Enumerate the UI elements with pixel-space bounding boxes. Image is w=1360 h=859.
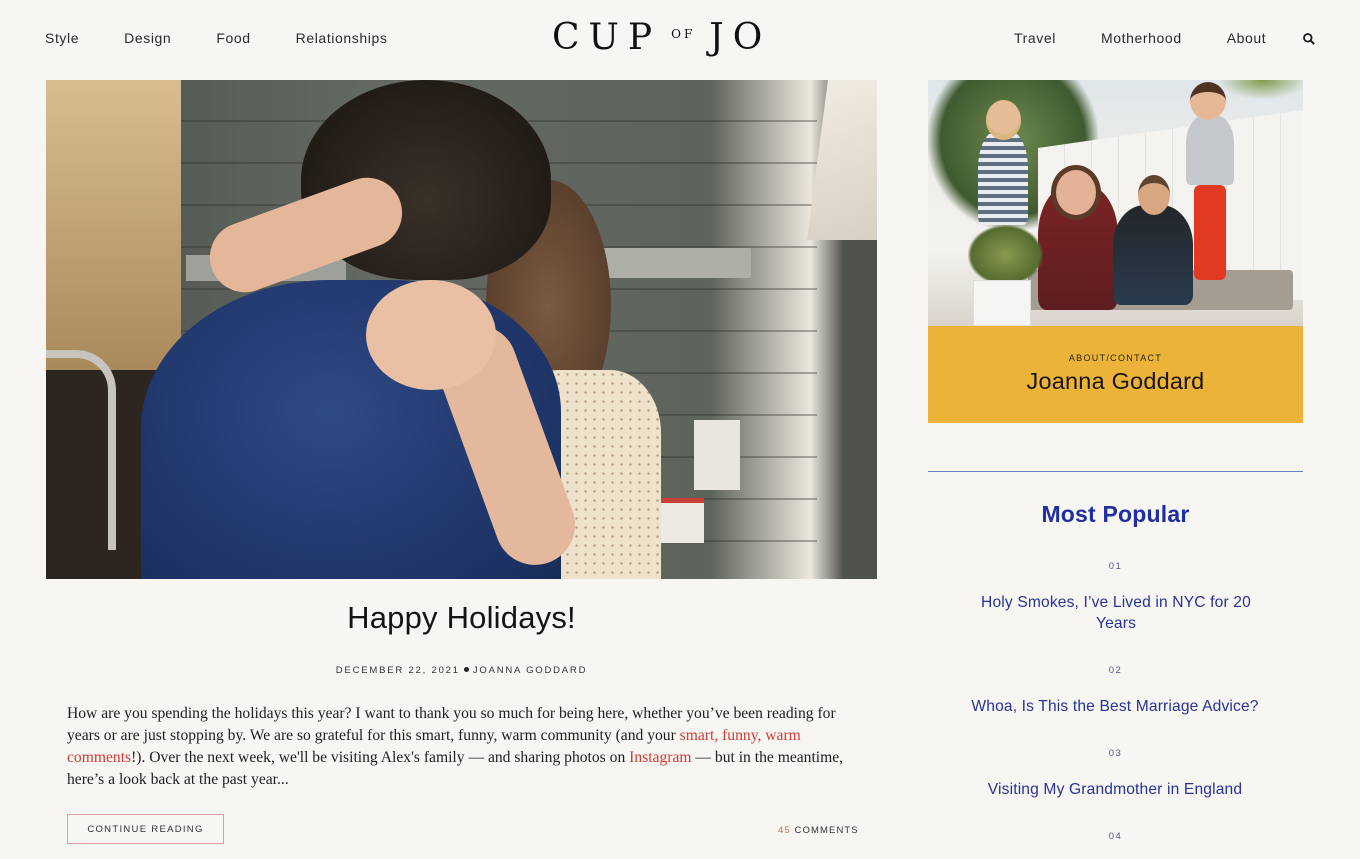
comments-count-link[interactable]: 45 COMMENTS [778, 825, 859, 836]
photo-father-head [1138, 175, 1170, 215]
popular-item-link[interactable]: Visiting My Grandmother in England [940, 779, 1290, 800]
site-header: Style Design Food Relationships CUP OF J… [0, 0, 1360, 78]
site-logo[interactable]: CUP OF JO [552, 18, 771, 58]
photo-child-2-head [1190, 82, 1226, 120]
popular-item-number: 02 [1108, 665, 1123, 676]
about-photo [928, 80, 1303, 326]
nav-link-travel[interactable]: Travel [1014, 30, 1056, 46]
photo-plant [968, 225, 1043, 285]
post-date: DECEMBER 22, 2021 [335, 665, 460, 676]
image-note [694, 420, 740, 490]
popular-item-number: 04 [1108, 831, 1123, 842]
popular-item-link[interactable]: Holy Smokes, I’ve Lived in NYC for 20 Ye… [966, 592, 1266, 634]
popular-item-number: 03 [1108, 748, 1123, 759]
logo-jo: JO [709, 17, 772, 58]
comments-label: COMMENTS [794, 825, 859, 836]
about-kicker: ABOUT/CONTACT [1068, 353, 1163, 363]
continue-reading-button[interactable]: CONTINUE READING [67, 814, 224, 844]
post-featured-image[interactable] [46, 80, 877, 579]
excerpt-text-2: !). Over the next week, we'll be visitin… [131, 749, 630, 766]
image-faucet [46, 350, 116, 550]
photo-child-1-head [986, 100, 1021, 140]
primary-nav-left: Style Design Food Relationships [45, 30, 387, 46]
photo-child-1 [978, 130, 1028, 225]
search-button[interactable] [1302, 32, 1316, 46]
logo-cup: CUP [552, 17, 662, 58]
logo-of: OF [671, 27, 696, 41]
nav-link-relationships[interactable]: Relationships [296, 30, 388, 46]
post-author[interactable]: JOANNA GODDARD [473, 665, 587, 676]
about-card[interactable]: ABOUT/CONTACT Joanna Goddard [928, 80, 1303, 423]
nav-link-food[interactable]: Food [216, 30, 250, 46]
photo-child-2 [1186, 115, 1234, 185]
comments-count: 45 [778, 825, 791, 836]
primary-nav-right: Travel Motherhood About [1014, 30, 1266, 46]
photo-tree-2 [1218, 80, 1303, 100]
nav-link-design[interactable]: Design [124, 30, 171, 46]
nav-link-style[interactable]: Style [45, 30, 79, 46]
popular-item-link[interactable]: Whoa, Is This the Best Marriage Advice? [940, 696, 1290, 717]
search-icon [1303, 33, 1315, 45]
photo-planter [973, 280, 1031, 326]
image-bg-light [46, 80, 181, 380]
photo-mother-head [1056, 170, 1096, 215]
nav-link-motherhood[interactable]: Motherhood [1101, 30, 1182, 46]
photo-father [1113, 205, 1193, 305]
nav-link-about[interactable]: About [1227, 30, 1267, 46]
sidebar-divider [928, 471, 1303, 472]
instagram-link[interactable]: Instagram [629, 749, 691, 766]
post-meta: DECEMBER 22, 2021 JOANNA GODDARD [46, 665, 877, 676]
image-hand [366, 280, 496, 390]
photo-child-2-legs [1194, 185, 1226, 280]
most-popular-heading: Most Popular [1041, 501, 1190, 527]
about-band: ABOUT/CONTACT Joanna Goddard [928, 326, 1303, 423]
post-excerpt: How are you spending the holidays this y… [67, 703, 857, 791]
image-hood [807, 80, 877, 240]
meta-separator-dot [463, 667, 469, 673]
about-name: Joanna Goddard [1026, 368, 1205, 394]
popular-item-number: 01 [1108, 561, 1123, 572]
post-title[interactable]: Happy Holidays! [46, 600, 877, 636]
